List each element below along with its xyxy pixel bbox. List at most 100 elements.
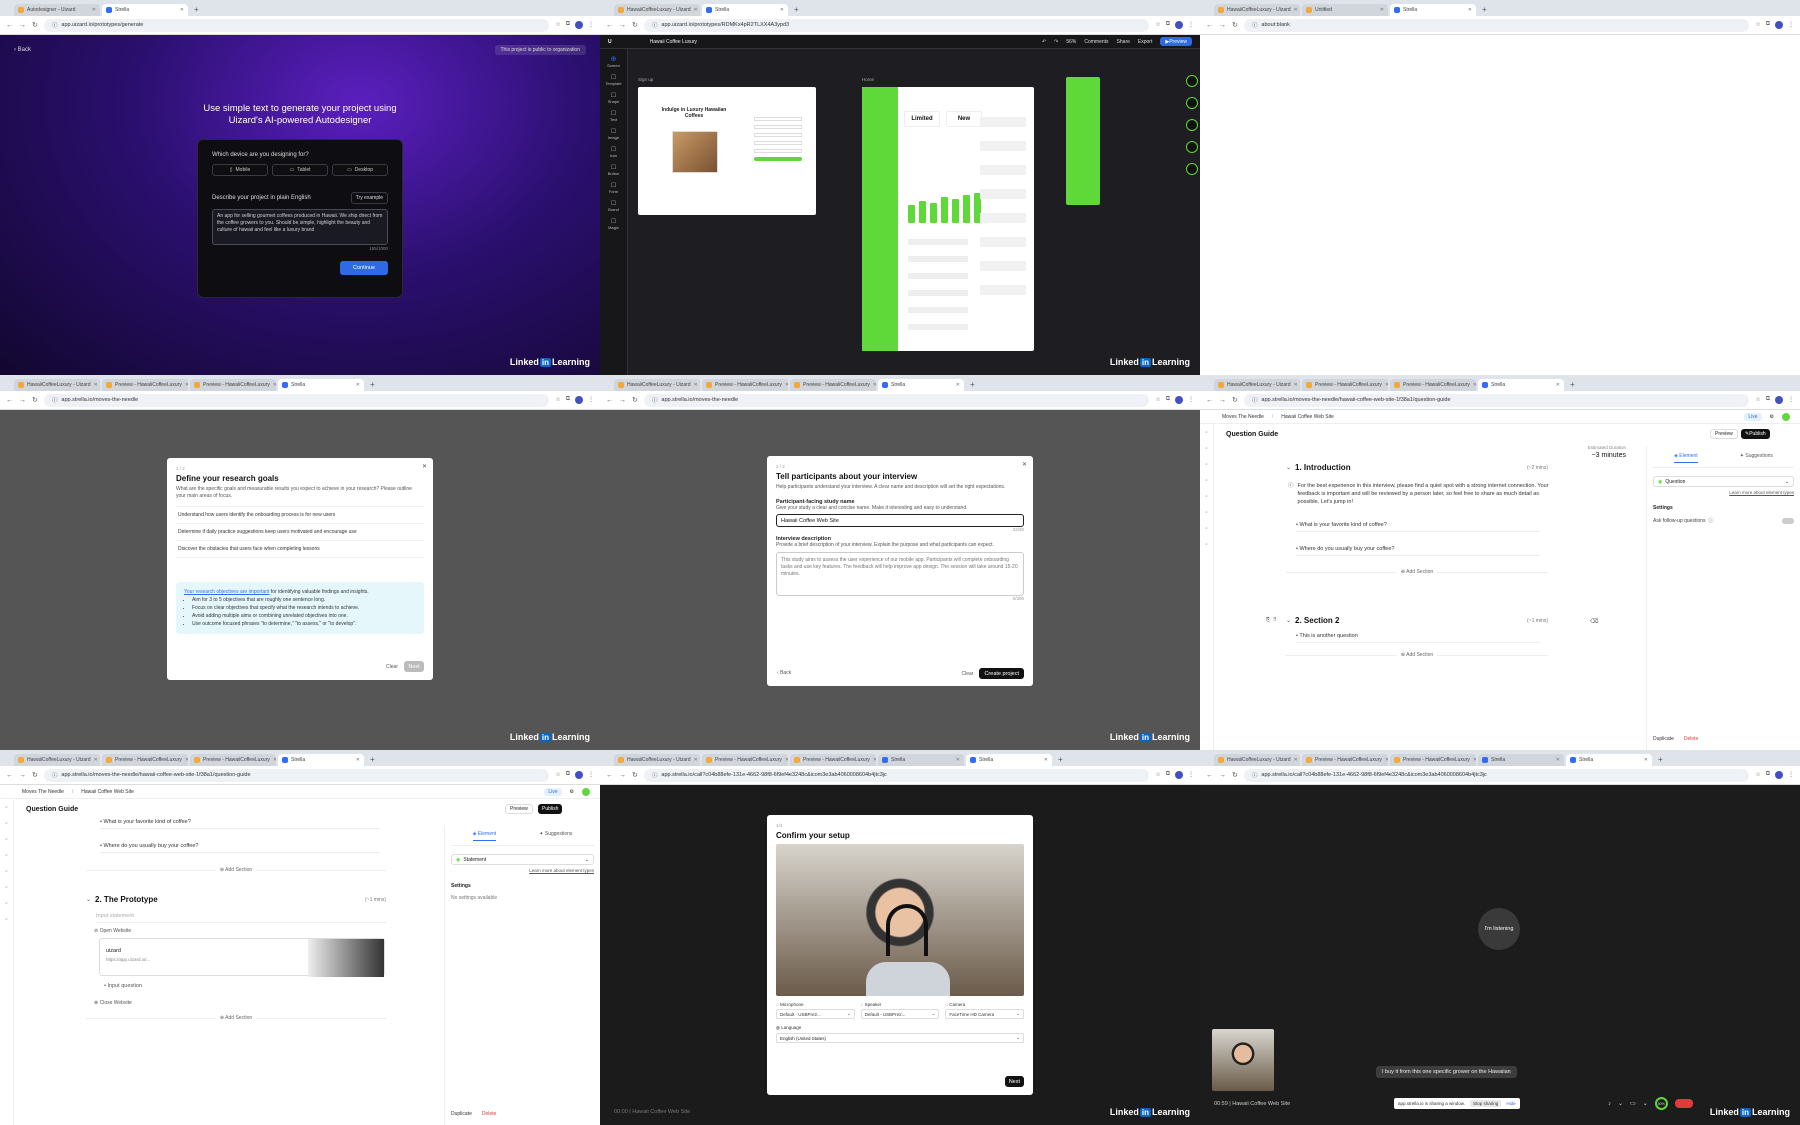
forward-arrow-icon[interactable]: → [619, 397, 626, 404]
profile-avatar-icon[interactable] [1775, 21, 1783, 29]
user-avatar[interactable] [1782, 412, 1790, 421]
browser-tab[interactable]: Preview - HawaiiCoffeeLuxury ✕ [1302, 754, 1388, 766]
layers-icon[interactable]: ▫ [5, 885, 7, 891]
bookmark-star-icon[interactable]: ☆ [555, 771, 560, 779]
close-tab-icon[interactable]: ✕ [1644, 757, 1648, 763]
reload-icon[interactable]: ↻ [632, 771, 638, 779]
goal-item[interactable]: Discover the obstacles that users face w… [176, 541, 424, 559]
project-name[interactable]: Hawaii Coffee Luxury [650, 39, 697, 45]
close-tab-icon[interactable]: ✕ [1556, 382, 1560, 388]
try-example-button[interactable]: Try example [350, 192, 388, 204]
bookmark-star-icon[interactable]: ☆ [1755, 771, 1760, 779]
tool-form[interactable]: □ Form [609, 182, 618, 194]
preview-button[interactable]: Preview [1710, 429, 1738, 439]
device-desktop-button[interactable]: ▭ Desktop [332, 164, 388, 176]
new-tab-icon[interactable]: + [1654, 755, 1667, 766]
next-button[interactable]: Next [1004, 1076, 1024, 1087]
breadcrumb-project[interactable]: Hawaii Coffee Web Site [81, 789, 134, 795]
profile-avatar-icon[interactable] [1775, 771, 1783, 779]
device-tablet-button[interactable]: ▭ Tablet [272, 164, 328, 176]
add-section-button[interactable]: ⊕ Add Section [1286, 569, 1548, 579]
forward-arrow-icon[interactable]: → [19, 772, 26, 779]
close-tab-icon[interactable]: ✕ [1294, 757, 1298, 763]
bookmark-star-icon[interactable]: ☆ [1755, 396, 1760, 404]
reload-icon[interactable]: ↻ [632, 21, 638, 29]
website-card[interactable]: uizard https://app.uizard.io/... [99, 938, 385, 977]
microphone-icon[interactable]: ♪ [1608, 1101, 1611, 1107]
close-tab-icon[interactable]: ✕ [1473, 757, 1476, 763]
extensions-icon[interactable]: ⧉ [1766, 21, 1770, 29]
section-title[interactable]: 1. Introduction [1295, 463, 1351, 472]
prompt-textarea[interactable]: An app for selling gourmet coffees produ… [212, 209, 388, 245]
url-field[interactable]: ⓘ app.uizard.io/prototypes/generate [43, 18, 550, 32]
browser-tab[interactable]: Strella ✕ [878, 379, 964, 391]
url-field[interactable]: ⓘ app.strella.io/call?c04b88efe-131e-4662… [1243, 768, 1750, 782]
close-tab-icon[interactable]: ✕ [956, 757, 960, 763]
browser-tab[interactable]: Strella ✕ [1390, 4, 1476, 16]
browser-tab[interactable]: HawaiiCoffeeLuxury - Uizard ✕ [1214, 754, 1300, 766]
learn-more-link[interactable]: Learn more about element types [1653, 490, 1794, 495]
tool-template[interactable]: □ Template [605, 74, 621, 86]
forward-arrow-icon[interactable]: → [1219, 397, 1226, 404]
zoom-level[interactable]: 56% [1066, 39, 1076, 45]
tool-magic[interactable]: □ Magic [608, 218, 619, 230]
chart-icon[interactable]: ▫ [1205, 494, 1207, 500]
new-tab-icon[interactable]: + [790, 5, 803, 16]
bookmark-star-icon[interactable]: ☆ [1755, 21, 1760, 29]
close-tab-icon[interactable]: ✕ [694, 7, 698, 13]
study-name-input[interactable]: Hawaii Coffee Web Site [776, 514, 1024, 528]
mail-icon[interactable]: ▫ [1205, 542, 1207, 548]
toolbar-action-0[interactable]: Comments [1084, 39, 1108, 45]
tab-element[interactable]: ◈ Element [472, 831, 497, 841]
close-icon[interactable]: ✕ [422, 463, 427, 470]
chevron-down-icon[interactable]: ⌄ [1286, 464, 1291, 471]
new-tab-icon[interactable]: + [1478, 5, 1491, 16]
description-textarea[interactable]: This study aims to assess the user exper… [776, 552, 1024, 597]
reload-icon[interactable]: ↻ [1232, 21, 1238, 29]
intro-statement[interactable]: ⓘ For the best experience in this intervi… [1288, 483, 1550, 507]
close-tab-icon[interactable]: ✕ [94, 382, 98, 388]
question-item[interactable]: • What is your favorite kind of coffee? [100, 819, 380, 829]
trash-icon[interactable]: ⌫ [1590, 618, 1598, 625]
home-icon[interactable]: ▫ [1205, 430, 1207, 436]
extensions-icon[interactable]: ⧉ [1166, 396, 1170, 404]
table-icon[interactable]: ▫ [5, 901, 7, 907]
browser-tab[interactable]: Preview - HawaiiCoffeeLuxury ✕ [102, 379, 188, 391]
preview-button[interactable]: Preview [505, 804, 533, 814]
uizard-logo-icon[interactable]: U [608, 39, 612, 45]
chevron-down-icon[interactable]: ⌄ [1618, 1100, 1623, 1107]
stop-sharing-button[interactable]: Stop sharing [1470, 1100, 1502, 1107]
browser-tab[interactable]: Strella ✕ [278, 379, 364, 391]
camera-select[interactable]: FaceTime HD Camera ⌄ [945, 1009, 1025, 1020]
close-tab-icon[interactable]: ✕ [92, 7, 96, 13]
new-tab-icon[interactable]: + [1566, 380, 1579, 391]
back-arrow-icon[interactable]: ← [606, 772, 613, 779]
reload-icon[interactable]: ↻ [1232, 396, 1238, 404]
question-item[interactable]: • Where do you usually buy your coffee? [100, 843, 380, 853]
menu-kebab-icon[interactable]: ⋮ [588, 771, 594, 779]
menu-kebab-icon[interactable]: ⋮ [1188, 21, 1194, 29]
chat-icon[interactable]: ▫ [1205, 478, 1207, 484]
extensions-icon[interactable]: ⧉ [1166, 771, 1170, 779]
settings-gear-icon[interactable]: ⚙ [1770, 414, 1774, 420]
browser-tab[interactable]: HawaiiCoffeeLuxury - Uizard ✕ [1214, 4, 1300, 16]
goal-item[interactable]: Determine if daily practice suggestions … [176, 524, 424, 542]
toolbar-action-2[interactable]: Export [1138, 39, 1152, 45]
speaker-select[interactable]: Default - USBPre2... ⌄ [860, 1009, 940, 1020]
url-field[interactable]: ⓘ app.strella.io/moves-the-needle/hawaii-… [1243, 393, 1750, 407]
toolbar-action-1[interactable]: Share [1117, 39, 1130, 45]
element-type-select[interactable]: ◉ Statement ⌄ [451, 854, 594, 865]
camera-icon[interactable]: ▭ [1630, 1100, 1636, 1107]
browser-tab[interactable]: HawaiiCoffeeLuxury - Uizard ✕ [14, 754, 100, 766]
learn-more-link[interactable]: Learn more about element types [451, 868, 594, 873]
close-tab-icon[interactable]: ✕ [956, 382, 960, 388]
bookmark-star-icon[interactable]: ☆ [1155, 21, 1160, 29]
close-tab-icon[interactable]: ✕ [1468, 7, 1472, 13]
url-field[interactable]: ⓘ about:blank [1243, 18, 1750, 32]
settings-gear-icon[interactable]: ⚙ [570, 789, 574, 795]
list-icon[interactable]: ▫ [5, 821, 7, 827]
floating-tool-icon[interactable] [1186, 75, 1198, 87]
browser-tab[interactable]: Untitled ✕ [1302, 4, 1388, 16]
tip-lead-link[interactable]: Your research objectives are important [184, 589, 269, 595]
close-tab-icon[interactable]: ✕ [1385, 382, 1388, 388]
